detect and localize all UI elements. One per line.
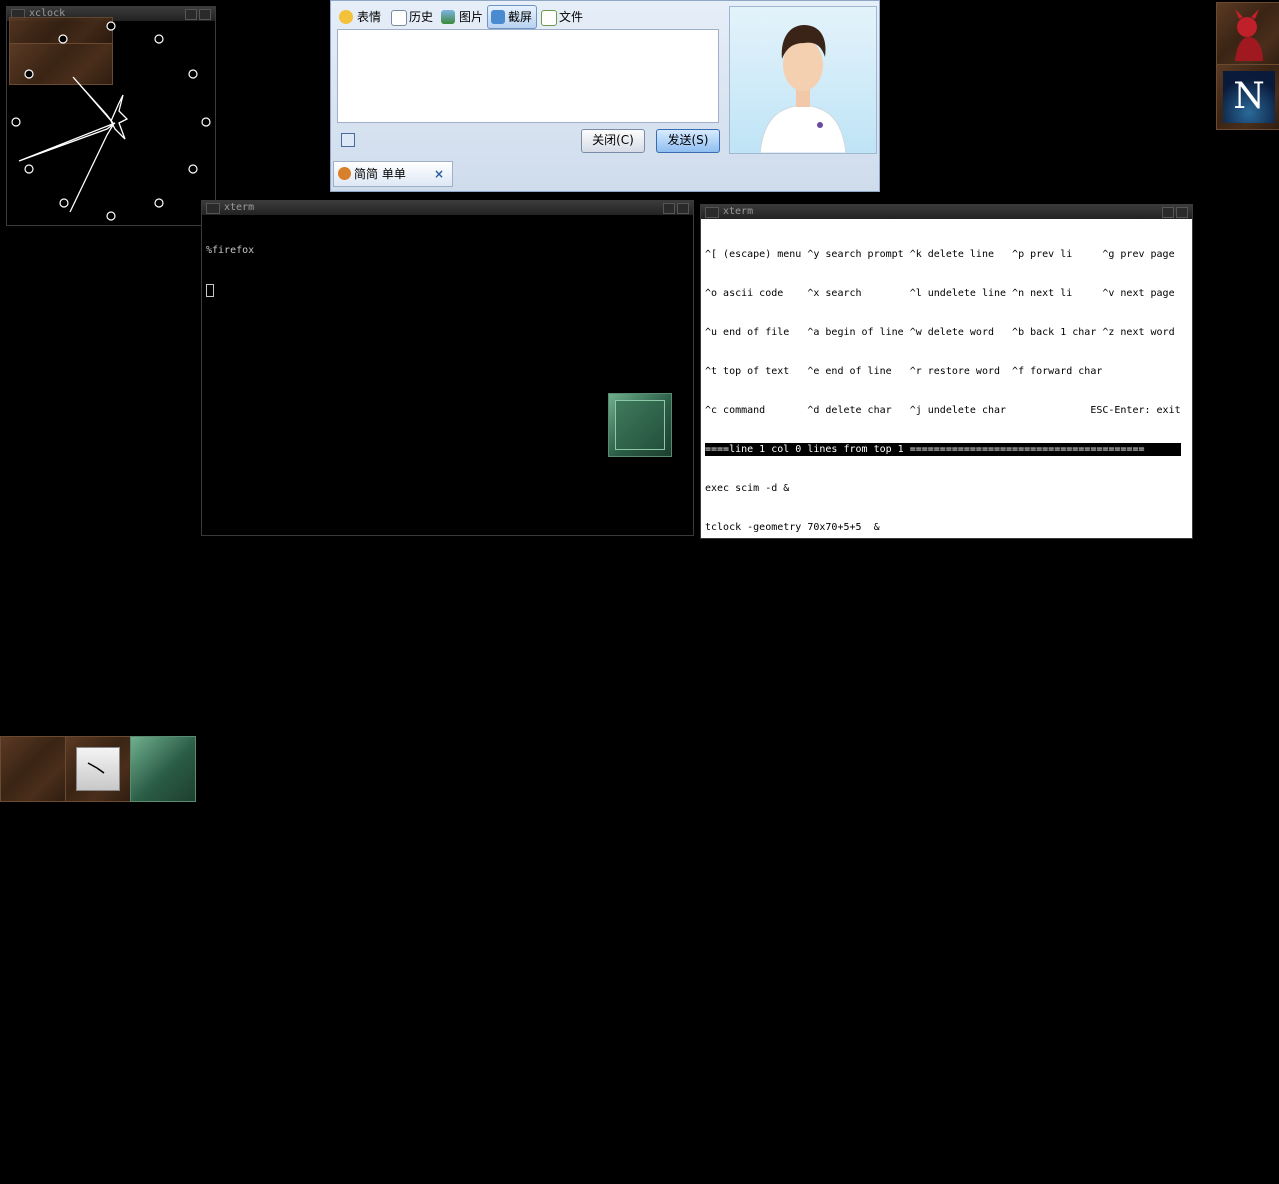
file-icon <box>541 10 557 26</box>
help-line: ^u end of file ^a begin of line ^w delet… <box>705 327 1175 338</box>
tab-label: 简简 单单 <box>354 167 406 181</box>
editor-footer: file ".xinitrc", 17 lines <box>705 1146 856 1157</box>
clock-mark <box>188 69 198 79</box>
file-line: #exec gnome-session <box>705 951 820 962</box>
tab-close-icon[interactable]: × <box>434 162 444 186</box>
file-line: #exec twm <box>705 717 760 728</box>
clock-mark <box>188 164 198 174</box>
toolbar-screenshot[interactable]: 截屏 <box>487 5 538 29</box>
terminal-cursor <box>206 284 214 297</box>
clock-mark <box>24 69 34 79</box>
clock-mark <box>154 34 164 44</box>
dock-tile-clock[interactable] <box>65 736 131 802</box>
xterm1-terminal[interactable]: %firefox <box>206 218 254 323</box>
help-line: ^o ascii code ^x search ^l undelete line… <box>705 288 1175 299</box>
file-line: #xterm -geometry +200+200 -fn 7x3 -fg gr… <box>705 678 1037 689</box>
green-dock-tile[interactable] <box>608 393 672 457</box>
file-line: #exec wmfs <box>705 756 766 767</box>
clock-mark <box>24 164 34 174</box>
editor-text[interactable]: ^[ (escape) menu ^y search prompt ^k del… <box>705 222 1181 1184</box>
clock-mark <box>106 21 116 31</box>
xterm-window-2: xterm ^[ (escape) menu ^y search prompt … <box>700 204 1193 1157</box>
file-line <box>705 1106 1181 1119</box>
toolbar-image[interactable]: 图片 <box>441 7 483 27</box>
minute-hand <box>18 122 116 162</box>
clock-icon <box>87 762 105 774</box>
terminal-line: %firefox <box>206 245 255 256</box>
file-line: $exec etoile <box>705 1068 778 1079</box>
clock-center <box>110 94 129 140</box>
dock-tile-empty[interactable] <box>0 736 66 802</box>
toolbar-emoticon[interactable]: 表情 <box>339 7 381 27</box>
xterm1-title: xterm <box>224 202 255 213</box>
file-line: #exec ion <box>705 834 760 845</box>
close-button[interactable]: 关闭(C) <box>581 129 645 153</box>
file-line: exec scim -d & <box>705 483 790 494</box>
history-icon <box>391 10 407 26</box>
clock-face <box>11 21 211 221</box>
daemon-icon <box>1235 9 1263 61</box>
file-line: #xterm -geometry +200+200 -fn 7x3 -fg gr… <box>705 600 1037 611</box>
dock-tile-green[interactable] <box>130 736 196 802</box>
message-input[interactable] <box>337 29 719 123</box>
file-line: #xterm -geometry +200+200 -fn 7x3 -fg gr… <box>705 639 1037 650</box>
file-line: #exec flwm <box>705 912 766 923</box>
font-settings-icon[interactable] <box>341 133 355 147</box>
window-menu-icon[interactable] <box>206 203 220 214</box>
bear-icon <box>338 167 351 180</box>
xterm1-titlebar[interactable]: xterm <box>202 201 693 215</box>
xterm-window-1: xterm %firefox <box>201 200 694 536</box>
chat-window: 表情 历史 图片 截屏 文件 关闭(C) 发送(S) 简简 单单 × <box>330 0 880 192</box>
dock-tile-mascot[interactable] <box>1216 2 1279 68</box>
toolbar-file[interactable]: 文件 <box>541 7 583 27</box>
minimize-icon[interactable] <box>663 203 675 214</box>
file-line: #exec epiwm <box>705 795 772 806</box>
hour-hand <box>72 76 114 124</box>
chat-toolbar: 表情 历史 图片 截屏 文件 <box>335 3 719 29</box>
send-button[interactable]: 发送(S) <box>656 129 720 153</box>
xclock-window: xclock <box>6 6 216 226</box>
clock-mark <box>106 211 116 221</box>
chat-tab[interactable]: 简简 单单 × <box>333 161 453 187</box>
dock-tile-netscape[interactable]: N <box>1216 64 1279 130</box>
clock-mark <box>59 198 69 208</box>
toolbar-history[interactable]: 历史 <box>391 7 433 27</box>
help-line: ^t top of text ^e end of line ^r restore… <box>705 366 1103 377</box>
xterm2-title: xterm <box>723 206 754 217</box>
file-line: #exec wmaker <box>705 1029 778 1040</box>
status-line: ====line 1 col 0 lines from top 1 ======… <box>705 443 1181 456</box>
file-line: #exec fvwm2 <box>705 873 772 884</box>
image-icon <box>441 10 455 24</box>
clock-mark <box>11 117 21 127</box>
netscape-icon: N <box>1223 71 1275 123</box>
file-line: tclock -geometry 70x70+5+5 & <box>705 522 880 533</box>
smiley-icon <box>339 10 353 24</box>
close-icon[interactable] <box>1176 207 1188 218</box>
avatar <box>729 6 877 154</box>
file-line: xterm -geometry +200+200 -fn 7x3 -fg gra… <box>705 561 1031 572</box>
help-line: ^[ (escape) menu ^y search prompt ^k del… <box>705 249 1175 260</box>
window-menu-icon[interactable] <box>705 207 719 218</box>
file-line: exec golem <box>705 990 766 1001</box>
avatar-figure <box>759 25 847 153</box>
clock-mark <box>201 117 211 127</box>
clock-mark <box>154 198 164 208</box>
help-line: ^c command ^d delete char ^j undelete ch… <box>705 405 1181 416</box>
clock-mark <box>58 34 68 44</box>
screenshot-icon <box>491 10 505 24</box>
minimize-icon[interactable] <box>1162 207 1174 218</box>
close-icon[interactable] <box>677 203 689 214</box>
xterm2-titlebar[interactable]: xterm <box>701 205 1192 219</box>
